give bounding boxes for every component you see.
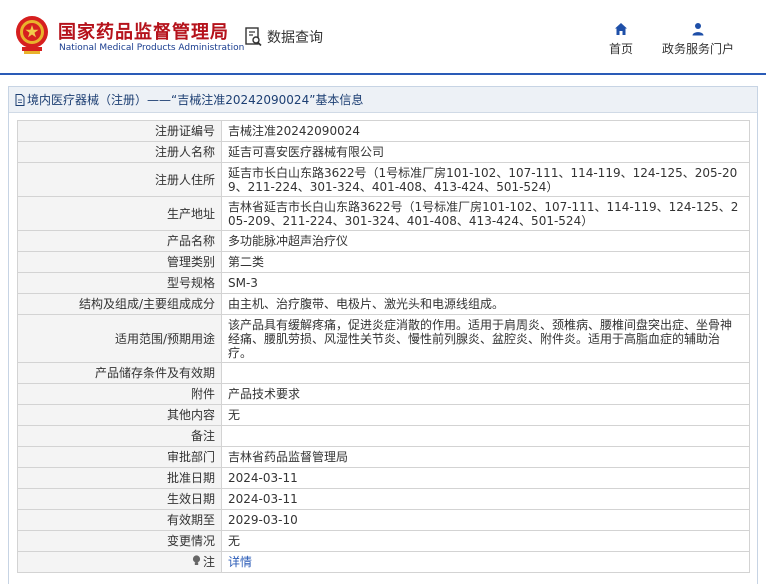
- table-row: 备注: [17, 425, 750, 447]
- table-row: 生效日期 2024-03-11: [17, 488, 750, 510]
- row-value: 吉械注准20242090024: [221, 120, 750, 142]
- row-value: 产品技术要求: [221, 383, 750, 405]
- table-row: 注册人名称 延吉可喜安医疗器械有限公司: [17, 141, 750, 163]
- row-label: 管理类别: [17, 251, 222, 273]
- table-row: 附件 产品技术要求: [17, 383, 750, 405]
- brand-title: 国家药品监督管理局: [58, 22, 229, 43]
- row-label: 其他内容: [17, 404, 222, 426]
- row-value: 由主机、治疗腹带、电极片、激光头和电源线组成。: [221, 293, 750, 315]
- row-value: 吉林省延吉市长白山东路3622号（1号标准厂房101-102、107-111、1…: [221, 196, 750, 231]
- document-icon: [15, 93, 25, 106]
- row-label: 变更情况: [17, 530, 222, 552]
- panel-title: 境内医疗器械（注册）——“吉械注准20242090024”基本信息: [27, 93, 364, 107]
- nav-home[interactable]: 首页: [606, 22, 636, 57]
- row-value: 多功能脉冲超声治疗仪: [221, 230, 750, 252]
- detail-panel: 境内医疗器械（注册）——“吉械注准20242090024”基本信息 注册证编号 …: [8, 86, 758, 584]
- table-row: 型号规格 SM-3: [17, 272, 750, 294]
- row-label: 注册人住所: [17, 162, 222, 197]
- note-label: 注: [202, 555, 215, 569]
- table-row: 变更情况 无: [17, 530, 750, 552]
- note-value-cell: 详情: [221, 551, 750, 573]
- data-query-label: 数据查询: [267, 30, 323, 46]
- national-emblem-icon: [16, 16, 48, 54]
- table-row: 适用范围/预期用途 该产品具有缓解疼痛，促进炎症消散的作用。适用于肩周炎、颈椎病…: [17, 314, 750, 363]
- row-value: 该产品具有缓解疼痛，促进炎症消散的作用。适用于肩周炎、颈椎病、腰椎间盘突出症、坐…: [221, 314, 750, 363]
- search-document-icon: [245, 27, 262, 47]
- row-value: [221, 362, 750, 384]
- note-label-cell: 注: [17, 551, 222, 573]
- row-value: SM-3: [221, 272, 750, 294]
- header-divider: [0, 73, 766, 75]
- row-label: 注册人名称: [17, 141, 222, 163]
- brand-subtitle: National Medical Products Administration: [59, 43, 245, 53]
- table-row: 管理类别 第二类: [17, 251, 750, 273]
- row-label: 结构及组成/主要组成成分: [17, 293, 222, 315]
- row-label: 生产地址: [17, 196, 222, 231]
- table-row: 注册证编号 吉械注准20242090024: [17, 120, 750, 142]
- user-icon: [692, 23, 704, 36]
- table-row: 审批部门 吉林省药品监督管理局: [17, 446, 750, 468]
- table-row: 产品名称 多功能脉冲超声治疗仪: [17, 230, 750, 252]
- row-label: 注册证编号: [17, 120, 222, 142]
- table-row: 有效期至 2029-03-10: [17, 509, 750, 531]
- row-label: 产品储存条件及有效期: [17, 362, 222, 384]
- table-row: 注册人住所 延吉市长白山东路3622号（1号标准厂房101-102、107-11…: [17, 162, 750, 197]
- row-label: 有效期至: [17, 509, 222, 531]
- row-label: 适用范围/预期用途: [17, 314, 222, 363]
- nav-home-label: 首页: [608, 42, 633, 56]
- row-value: 无: [221, 530, 750, 552]
- site-header: 国家药品监督管理局 National Medical Products Admi…: [0, 0, 766, 74]
- row-label: 审批部门: [17, 446, 222, 468]
- info-table: 注册证编号 吉械注准20242090024 注册人名称 延吉可喜安医疗器械有限公…: [17, 120, 750, 573]
- row-label: 备注: [17, 425, 222, 447]
- details-link[interactable]: 详情: [228, 555, 252, 569]
- nav-service-portal-label: 政务服务门户: [661, 42, 734, 56]
- table-row: 其他内容 无: [17, 404, 750, 426]
- panel-header: 境内医疗器械（注册）——“吉械注准20242090024”基本信息: [9, 87, 757, 113]
- row-value: 吉林省药品监督管理局: [221, 446, 750, 468]
- row-label: 生效日期: [17, 488, 222, 510]
- table-row: 注 详情: [17, 551, 750, 573]
- row-label: 产品名称: [17, 230, 222, 252]
- row-value: [221, 425, 750, 447]
- row-label: 型号规格: [17, 272, 222, 294]
- row-value: 延吉市长白山东路3622号（1号标准厂房101-102、107-111、114-…: [221, 162, 750, 197]
- row-label: 附件: [17, 383, 222, 405]
- row-value: 第二类: [221, 251, 750, 273]
- row-value: 2024-03-11: [221, 488, 750, 510]
- table-row: 批准日期 2024-03-11: [17, 467, 750, 489]
- row-value: 无: [221, 404, 750, 426]
- data-query-link[interactable]: 数据查询: [245, 27, 323, 47]
- row-value: 延吉可喜安医疗器械有限公司: [221, 141, 750, 163]
- table-row: 产品储存条件及有效期: [17, 362, 750, 384]
- lightbulb-icon: [192, 555, 201, 565]
- nav-service-portal[interactable]: 政务服务门户: [658, 22, 738, 57]
- table-row: 生产地址 吉林省延吉市长白山东路3622号（1号标准厂房101-102、107-…: [17, 196, 750, 231]
- row-value: 2029-03-10: [221, 509, 750, 531]
- home-icon: [615, 23, 627, 35]
- table-row: 结构及组成/主要组成成分 由主机、治疗腹带、电极片、激光头和电源线组成。: [17, 293, 750, 315]
- row-label: 批准日期: [17, 467, 222, 489]
- row-value: 2024-03-11: [221, 467, 750, 489]
